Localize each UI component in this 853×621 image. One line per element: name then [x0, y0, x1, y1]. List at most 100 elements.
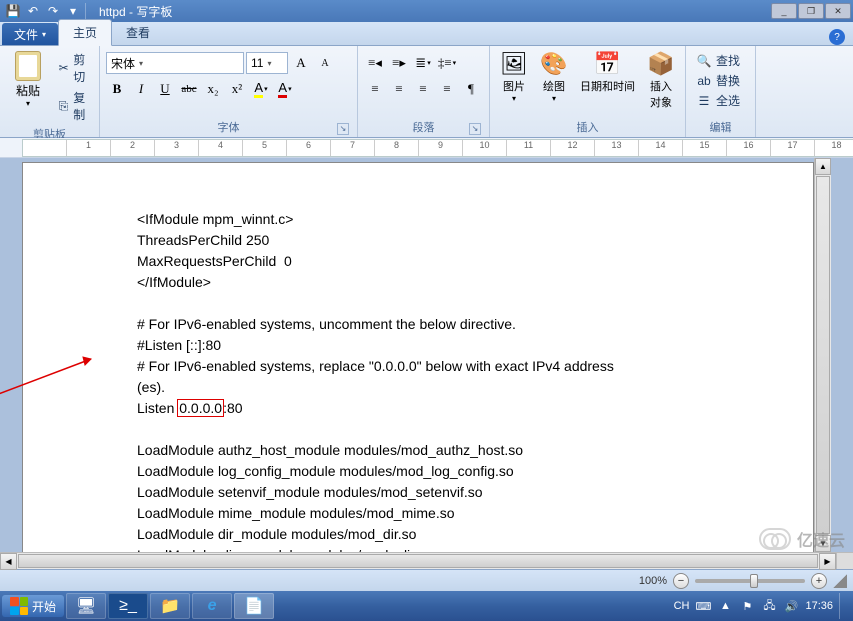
volume-icon[interactable]: 🔊: [783, 598, 799, 614]
ruler-row: 123456789101112131415161718: [0, 138, 853, 158]
scroll-thumb[interactable]: [816, 176, 830, 534]
restore-button[interactable]: ❐: [798, 3, 824, 19]
horizontal-ruler[interactable]: 123456789101112131415161718: [22, 139, 853, 157]
group-editing: 🔍查找 ab替换 ☰全选 编辑: [686, 46, 756, 137]
ruler-mark: 8: [375, 140, 419, 156]
zoom-slider[interactable]: [695, 579, 805, 583]
ruler-mark: 11: [507, 140, 551, 156]
font-color-button[interactable]: A: [274, 78, 296, 100]
italic-button[interactable]: I: [130, 78, 152, 100]
picture-icon: 🖼: [500, 50, 528, 78]
ruler-mark: 15: [683, 140, 727, 156]
scroll-down-button[interactable]: ▼: [815, 535, 831, 552]
tab-home[interactable]: 主页: [58, 19, 112, 46]
ruler-mark: 6: [287, 140, 331, 156]
redo-icon[interactable]: ↷: [44, 2, 62, 20]
network-icon[interactable]: 🖧: [761, 598, 777, 614]
help-icon[interactable]: ?: [829, 29, 845, 45]
ime-indicator[interactable]: CH: [674, 600, 690, 612]
quick-access-toolbar: 💾 ↶ ↷ ▾: [2, 2, 82, 20]
group-label-editing: 编辑: [692, 117, 749, 137]
object-icon: 📦: [647, 50, 675, 78]
ruler-mark: 10: [463, 140, 507, 156]
save-icon[interactable]: 💾: [4, 2, 22, 20]
document-area: <IfModule mpm_winnt.c> ThreadsPerChild 2…: [0, 158, 853, 552]
insert-paint-button[interactable]: 🎨绘图▾: [536, 48, 572, 105]
ime-options-icon[interactable]: ⌨: [695, 598, 711, 614]
ruler-mark: [23, 140, 67, 156]
insert-object-button[interactable]: 📦插入 对象: [643, 48, 679, 112]
scroll-left-button[interactable]: ◀: [0, 553, 17, 570]
copy-icon: ⎘: [58, 98, 69, 114]
cut-button[interactable]: ✂剪切: [54, 50, 94, 86]
zoom-in-button[interactable]: +: [811, 573, 827, 589]
underline-button[interactable]: U: [154, 78, 176, 100]
justify-button[interactable]: ≡: [436, 78, 458, 100]
align-right-button[interactable]: ≡: [412, 78, 434, 100]
superscript-button[interactable]: x²: [226, 78, 248, 100]
start-button[interactable]: 开始: [2, 595, 64, 617]
close-button[interactable]: ✕: [825, 3, 851, 19]
insert-picture-button[interactable]: 🖼图片▾: [496, 48, 532, 105]
taskbar-wordpad[interactable]: 📄: [234, 593, 274, 619]
scroll-right-button[interactable]: ▶: [819, 553, 836, 570]
undo-icon[interactable]: ↶: [24, 2, 42, 20]
action-center-icon[interactable]: ⚑: [739, 598, 755, 614]
hscroll-thumb[interactable]: [18, 554, 818, 568]
taskbar-ie[interactable]: e: [192, 593, 232, 619]
qat-customize-icon[interactable]: ▾: [64, 2, 82, 20]
shrink-font-button[interactable]: A: [314, 52, 336, 74]
group-insert: 🖼图片▾ 🎨绘图▾ 📅日期和时间 📦插入 对象 插入: [490, 46, 686, 137]
group-font: 宋体 11 A A B I U abc x₂ x² A A 字体: [100, 46, 358, 137]
zoom-thumb[interactable]: [750, 574, 758, 588]
system-tray: CH ⌨ ▲ ⚑ 🖧 🔊 17:36: [674, 593, 851, 619]
font-family-combo[interactable]: 宋体: [106, 52, 244, 74]
annotation-arrow: [0, 353, 103, 403]
scroll-up-button[interactable]: ▲: [815, 158, 831, 175]
show-desktop-button[interactable]: [839, 593, 847, 619]
increase-indent-button[interactable]: ≡▸: [388, 52, 410, 74]
minimize-button[interactable]: _: [771, 3, 797, 19]
search-icon: 🔍: [696, 53, 712, 69]
font-size-combo[interactable]: 11: [246, 52, 288, 74]
horizontal-scrollbar[interactable]: ◀ ▶: [0, 553, 836, 569]
line-spacing-button[interactable]: ‡≡: [436, 52, 458, 74]
align-center-button[interactable]: ≡: [388, 78, 410, 100]
decrease-indent-button[interactable]: ≡◂: [364, 52, 386, 74]
bold-button[interactable]: B: [106, 78, 128, 100]
tray-icon-1[interactable]: ▲: [717, 598, 733, 614]
clock[interactable]: 17:36: [805, 600, 833, 612]
zoom-out-button[interactable]: −: [673, 573, 689, 589]
find-button[interactable]: 🔍查找: [692, 51, 744, 70]
copy-button[interactable]: ⎘复制: [54, 88, 94, 124]
group-label-paragraph: 段落: [364, 117, 483, 137]
scrollbar-corner: [836, 553, 853, 569]
vertical-scrollbar[interactable]: ▲ ▼: [814, 158, 831, 552]
taskbar-explorer[interactable]: 📁: [150, 593, 190, 619]
document-page[interactable]: <IfModule mpm_winnt.c> ThreadsPerChild 2…: [22, 162, 814, 552]
taskbar-powershell[interactable]: ≥_: [108, 593, 148, 619]
bullets-button[interactable]: ≣: [412, 52, 434, 74]
resize-grip[interactable]: [833, 574, 847, 588]
highlight-button[interactable]: A: [250, 78, 272, 100]
strikethrough-button[interactable]: abc: [178, 78, 200, 100]
selectall-button[interactable]: ☰全选: [692, 91, 744, 110]
subscript-button[interactable]: x₂: [202, 78, 224, 100]
group-paragraph: ≡◂ ≡▸ ≣ ‡≡ ≡ ≡ ≡ ≡ ¶ 段落: [358, 46, 490, 137]
group-clipboard: 粘贴 ▾ ✂剪切 ⎘复制 剪贴板: [0, 46, 100, 137]
window-title: httpd - 写字板: [89, 3, 771, 20]
replace-button[interactable]: ab替换: [692, 71, 744, 90]
align-left-button[interactable]: ≡: [364, 78, 386, 100]
ribbon: 粘贴 ▾ ✂剪切 ⎘复制 剪贴板 宋体 11 A A B I U abc x₂: [0, 46, 853, 138]
insert-datetime-button[interactable]: 📅日期和时间: [576, 48, 639, 96]
file-tab[interactable]: 文件: [2, 23, 58, 45]
group-label-font: 字体: [106, 117, 351, 137]
taskbar-server-manager[interactable]: 🖥: [66, 593, 106, 619]
ruler-mark: 4: [199, 140, 243, 156]
titlebar: 💾 ↶ ↷ ▾ httpd - 写字板 _ ❐ ✕: [0, 0, 853, 22]
paragraph-marks-button[interactable]: ¶: [460, 78, 482, 100]
grow-font-button[interactable]: A: [290, 52, 312, 74]
tab-view[interactable]: 查看: [112, 20, 164, 45]
paste-button[interactable]: 粘贴 ▾: [6, 48, 50, 110]
ruler-mark: 17: [771, 140, 815, 156]
